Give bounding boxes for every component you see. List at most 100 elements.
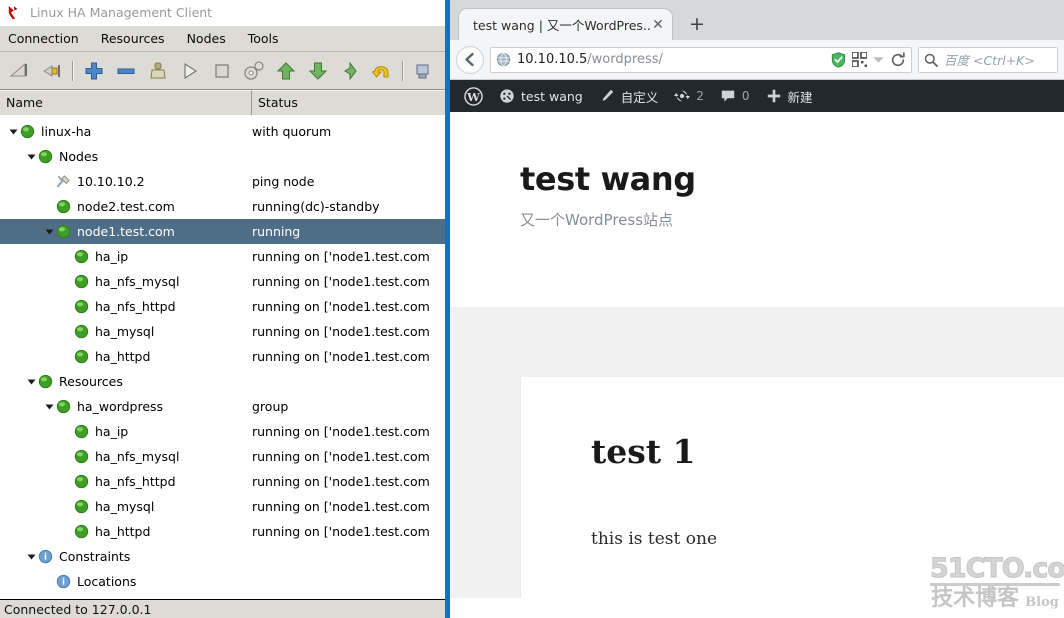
tree-row[interactable]: Resources [0,369,450,394]
tree-row[interactable]: ha_nfs_mysql running on ['node1.test.com [0,269,450,294]
tree-row-status: running on ['node1.test.com [252,349,430,364]
dashboard-icon [500,89,514,103]
status-green-icon [74,499,89,514]
tree-row-status: running [252,224,301,239]
disconnect-icon[interactable] [36,55,68,87]
tree-row[interactable]: node2.test.com running(dc)-standby [0,194,450,219]
browser-tab[interactable]: test wang | 又一个WordPres... ✕ [458,8,673,40]
adminbar-updates[interactable]: 2 [666,80,712,112]
column-header-name[interactable]: Name [0,90,252,115]
tree-row-label: ha_nfs_httpd [95,474,176,489]
expand-collapse-triangle-icon[interactable] [24,150,38,164]
adminbar-comments[interactable]: 0 [712,80,758,112]
migrate-icon[interactable] [238,55,270,87]
column-header-status[interactable]: Status [252,90,450,115]
tree-row[interactable]: ha_ip running on ['node1.test.com [0,244,450,269]
search-icon [924,53,938,67]
refresh-icon[interactable] [334,55,366,87]
tree-row[interactable]: ha_mysql running on ['node1.test.com [0,319,450,344]
search-box[interactable]: 百度 <Ctrl+K> [918,46,1058,73]
tree-row[interactable]: ha_nfs_httpd running on ['node1.test.com [0,294,450,319]
expand-collapse-triangle-icon[interactable] [24,375,38,389]
tree-row[interactable]: Constraints [0,544,450,569]
tree-row-label: Locations [77,574,137,589]
start-icon[interactable] [174,55,206,87]
url-path: /wordpress/ [587,52,663,67]
back-arrow-icon[interactable] [456,45,484,74]
move-down-icon[interactable] [302,55,334,87]
tree-row[interactable]: Locations [0,569,450,594]
search-placeholder: 百度 <Ctrl+K> [944,53,1035,68]
tree-row[interactable]: ha_nfs_mysql running on ['node1.test.com [0,444,450,469]
browser-window: test wang | 又一个WordPres... ✕ + 10.10.10.… [445,0,1064,618]
address-bar-url: 10.10.10.5/wordpress/ [517,52,663,67]
expand-collapse-triangle-icon[interactable] [42,400,56,414]
url-host: 10.10.10.5 [517,52,588,67]
menu-resources[interactable]: Resources [101,31,165,46]
adminbar-site-name[interactable]: test wang [491,80,591,112]
tree-row[interactable]: ha_httpd running on ['node1.test.com [0,344,450,369]
report-icon[interactable] [408,55,440,87]
tree-row-label: ha_mysql [95,324,155,339]
status-green-icon [74,249,89,264]
wp-site-title[interactable]: test wang [520,160,1064,198]
tree-row[interactable]: ha_httpd running on ['node1.test.com [0,519,450,544]
close-icon[interactable]: ✕ [650,17,666,33]
tree-row-label: ha_nfs_httpd [95,299,176,314]
adminbar-customize[interactable]: 自定义 [591,80,667,112]
expand-collapse-triangle-icon[interactable] [6,125,20,139]
info-blue-icon [56,574,71,589]
tree-row[interactable]: ha_ip running on ['node1.test.com [0,419,450,444]
wp-post-title[interactable]: test 1 [591,432,1064,471]
tree-row-label: 10.10.10.2 [77,174,145,189]
adminbar-updates-count: 2 [696,89,704,103]
reload-icon[interactable] [890,51,906,68]
tree-row[interactable]: Nodes [0,144,450,169]
tree-row[interactable]: ha_nfs_httpd running on ['node1.test.com [0,469,450,494]
adminbar-new[interactable]: 新建 [758,80,821,112]
expand-collapse-triangle-icon[interactable] [24,550,38,564]
tree-row[interactable]: linux-ha with quorum [0,119,450,144]
ha-window-title: Linux HA Management Client [30,5,213,20]
wp-admin-bar[interactable]: W test wang 自定义 2 0 新建 [450,80,1064,112]
ha-menubar[interactable]: Connection Resources Nodes Tools [0,26,450,52]
tree-row[interactable]: ha_mysql running on ['node1.test.com [0,494,450,519]
menu-connection[interactable]: Connection [8,31,79,46]
wordpress-logo-icon[interactable]: W [456,80,491,112]
add-icon[interactable] [78,55,110,87]
ha-titlebar: Linux HA Management Client [0,0,450,26]
tree-row-status: ping node [252,174,315,189]
resource-tree[interactable]: linux-ha with quorum Nodes 10.10.10.2 ping n… [0,119,450,599]
qr-code-icon[interactable] [852,52,867,67]
menu-tools[interactable]: Tools [248,31,279,46]
address-bar[interactable]: 10.10.10.5/wordpress/ [490,46,912,73]
expand-collapse-triangle-icon[interactable] [42,225,56,239]
cleanup-icon[interactable] [142,55,174,87]
stop-icon[interactable] [206,55,238,87]
status-green-icon [74,299,89,314]
connect-icon[interactable] [4,55,36,87]
shield-safe-icon[interactable] [831,51,846,68]
new-tab-button[interactable]: + [683,9,711,39]
wp-site-description: 又一个WordPress站点 [520,211,674,229]
status-green-icon [74,474,89,489]
remove-icon[interactable] [110,55,142,87]
status-green-icon [74,524,89,539]
tree-row[interactable]: 10.10.10.2 ping node [0,169,450,194]
chevron-down-icon[interactable] [873,56,884,64]
ha-toolbar[interactable] [0,52,450,90]
tree-row[interactable]: ha_wordpress group [0,394,450,419]
tree-row-status: with quorum [252,124,332,139]
tree-row[interactable]: node1.test.com running [0,219,450,244]
move-up-icon[interactable] [270,55,302,87]
tree-row-label: ha_httpd [95,524,151,539]
menu-nodes[interactable]: Nodes [187,31,226,46]
undo-icon[interactable] [366,55,398,87]
